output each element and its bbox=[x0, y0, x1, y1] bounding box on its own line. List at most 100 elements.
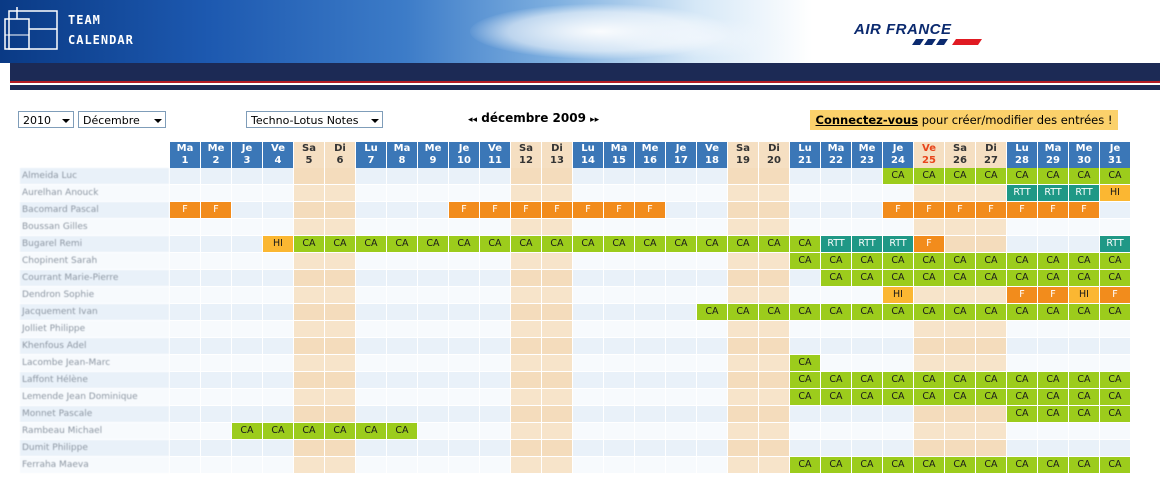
calendar-cell[interactable] bbox=[666, 253, 696, 269]
calendar-cell[interactable] bbox=[263, 406, 293, 422]
calendar-entry[interactable]: F bbox=[1007, 202, 1037, 218]
calendar-cell[interactable] bbox=[759, 253, 789, 269]
calendar-cell[interactable] bbox=[790, 287, 820, 303]
calendar-cell[interactable] bbox=[976, 185, 1006, 201]
calendar-cell[interactable] bbox=[666, 202, 696, 218]
calendar-cell[interactable] bbox=[728, 168, 758, 184]
calendar-entry[interactable]: CA bbox=[883, 168, 913, 184]
calendar-entry[interactable]: CA bbox=[573, 236, 603, 252]
calendar-cell[interactable] bbox=[325, 202, 355, 218]
calendar-cell[interactable] bbox=[387, 287, 417, 303]
calendar-entry[interactable]: CA bbox=[883, 253, 913, 269]
calendar-cell[interactable] bbox=[511, 270, 541, 286]
calendar-cell[interactable] bbox=[232, 406, 262, 422]
calendar-cell[interactable] bbox=[480, 287, 510, 303]
calendar-cell[interactable] bbox=[790, 321, 820, 337]
calendar-cell[interactable] bbox=[232, 253, 262, 269]
calendar-entry[interactable]: F bbox=[976, 202, 1006, 218]
calendar-cell[interactable] bbox=[170, 219, 200, 235]
calendar-cell[interactable] bbox=[573, 219, 603, 235]
calendar-cell[interactable] bbox=[759, 185, 789, 201]
calendar-cell[interactable] bbox=[759, 440, 789, 456]
calendar-cell[interactable] bbox=[697, 253, 727, 269]
calendar-entry[interactable]: CA bbox=[1069, 304, 1099, 320]
calendar-cell[interactable] bbox=[542, 253, 572, 269]
calendar-entry[interactable]: CA bbox=[387, 236, 417, 252]
employee-name[interactable]: Laffont Hélène bbox=[20, 372, 169, 388]
calendar-cell[interactable] bbox=[480, 440, 510, 456]
calendar-entry[interactable]: CA bbox=[945, 253, 975, 269]
calendar-cell[interactable] bbox=[790, 219, 820, 235]
calendar-entry[interactable]: F bbox=[1069, 202, 1099, 218]
calendar-cell[interactable] bbox=[852, 202, 882, 218]
calendar-cell[interactable] bbox=[1038, 423, 1068, 439]
calendar-cell[interactable] bbox=[542, 168, 572, 184]
calendar-entry[interactable]: RTT bbox=[1100, 236, 1130, 252]
calendar-cell[interactable] bbox=[449, 219, 479, 235]
calendar-cell[interactable] bbox=[790, 338, 820, 354]
calendar-cell[interactable] bbox=[573, 168, 603, 184]
calendar-cell[interactable] bbox=[232, 185, 262, 201]
calendar-cell[interactable] bbox=[356, 372, 386, 388]
calendar-cell[interactable] bbox=[263, 202, 293, 218]
calendar-cell[interactable] bbox=[821, 185, 851, 201]
calendar-cell[interactable] bbox=[697, 185, 727, 201]
calendar-entry[interactable]: CA bbox=[790, 372, 820, 388]
calendar-cell[interactable] bbox=[728, 406, 758, 422]
calendar-cell[interactable] bbox=[325, 219, 355, 235]
calendar-entry[interactable]: HI bbox=[883, 287, 913, 303]
calendar-cell[interactable] bbox=[387, 372, 417, 388]
calendar-cell[interactable] bbox=[728, 355, 758, 371]
calendar-cell[interactable] bbox=[294, 168, 324, 184]
calendar-entry[interactable]: CA bbox=[976, 270, 1006, 286]
calendar-cell[interactable] bbox=[914, 423, 944, 439]
calendar-cell[interactable] bbox=[170, 168, 200, 184]
calendar-cell[interactable] bbox=[821, 287, 851, 303]
calendar-cell[interactable] bbox=[759, 457, 789, 473]
calendar-cell[interactable] bbox=[635, 253, 665, 269]
calendar-entry[interactable]: F bbox=[914, 202, 944, 218]
calendar-entry[interactable]: CA bbox=[976, 389, 1006, 405]
calendar-cell[interactable] bbox=[480, 270, 510, 286]
calendar-cell[interactable] bbox=[449, 321, 479, 337]
calendar-cell[interactable] bbox=[883, 185, 913, 201]
calendar-entry[interactable]: CA bbox=[1069, 406, 1099, 422]
employee-name[interactable]: Chopinent Sarah bbox=[20, 253, 169, 269]
calendar-cell[interactable] bbox=[1069, 321, 1099, 337]
calendar-entry[interactable]: CA bbox=[1007, 168, 1037, 184]
employee-name[interactable]: Almeida Luc bbox=[20, 168, 169, 184]
calendar-cell[interactable] bbox=[635, 389, 665, 405]
calendar-cell[interactable] bbox=[170, 457, 200, 473]
calendar-cell[interactable] bbox=[542, 287, 572, 303]
calendar-cell[interactable] bbox=[697, 219, 727, 235]
employee-name[interactable]: Dendron Sophie bbox=[20, 287, 169, 303]
calendar-cell[interactable] bbox=[418, 355, 448, 371]
calendar-cell[interactable] bbox=[542, 270, 572, 286]
calendar-entry[interactable]: CA bbox=[604, 236, 634, 252]
calendar-cell[interactable] bbox=[201, 287, 231, 303]
calendar-cell[interactable] bbox=[325, 270, 355, 286]
calendar-entry[interactable]: CA bbox=[914, 389, 944, 405]
calendar-entry[interactable]: CA bbox=[542, 236, 572, 252]
calendar-cell[interactable] bbox=[728, 440, 758, 456]
calendar-entry[interactable]: F bbox=[511, 202, 541, 218]
calendar-entry[interactable]: CA bbox=[1038, 168, 1068, 184]
calendar-cell[interactable] bbox=[511, 287, 541, 303]
calendar-cell[interactable] bbox=[790, 270, 820, 286]
calendar-cell[interactable] bbox=[1038, 355, 1068, 371]
calendar-entry[interactable]: CA bbox=[976, 168, 1006, 184]
calendar-cell[interactable] bbox=[263, 219, 293, 235]
calendar-entry[interactable]: CA bbox=[666, 236, 696, 252]
calendar-cell[interactable] bbox=[449, 423, 479, 439]
calendar-cell[interactable] bbox=[511, 457, 541, 473]
calendar-cell[interactable] bbox=[635, 372, 665, 388]
calendar-entry[interactable]: RTT bbox=[852, 236, 882, 252]
calendar-entry[interactable]: CA bbox=[821, 253, 851, 269]
calendar-entry[interactable]: CA bbox=[1038, 406, 1068, 422]
calendar-cell[interactable] bbox=[170, 423, 200, 439]
calendar-cell[interactable] bbox=[914, 406, 944, 422]
calendar-cell[interactable] bbox=[418, 389, 448, 405]
calendar-cell[interactable] bbox=[914, 355, 944, 371]
calendar-cell[interactable] bbox=[449, 457, 479, 473]
calendar-cell[interactable] bbox=[232, 440, 262, 456]
